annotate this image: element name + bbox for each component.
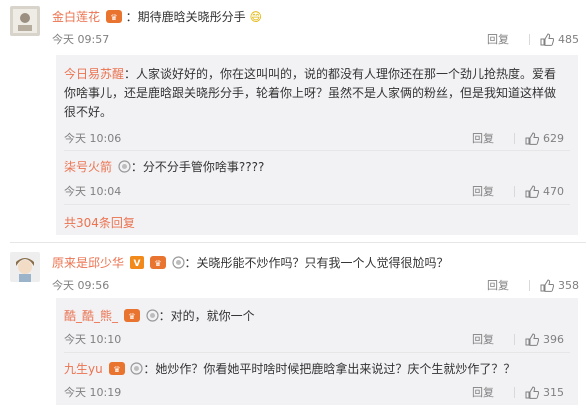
more-replies-link[interactable]: 共304条回复 <box>64 214 135 231</box>
reply-author[interactable]: 今日易苏醒 <box>64 67 124 81</box>
reply-actions: 回复 315 <box>472 384 564 400</box>
comment-line: 金白莲花 ♛ ：期待鹿晗关晓彤分手 😄 <box>52 8 262 26</box>
reply-actions: 回复 396 <box>472 331 564 347</box>
like-button[interactable]: 629 <box>525 132 564 145</box>
reply-actions: 回复 470 <box>472 183 564 199</box>
reply-button[interactable]: 回复 <box>472 384 514 400</box>
divider <box>529 279 530 291</box>
like-button[interactable]: 470 <box>525 185 564 198</box>
member-badge-icon: ♛ <box>108 362 125 378</box>
reply-line: 酷_酷_熊_ ♛ ：对的，就你一个 <box>64 307 255 325</box>
smile-emoji-icon: 😄 <box>249 10 263 24</box>
reply-author[interactable]: 酷_酷_熊_ <box>64 309 118 323</box>
reply-divider <box>64 352 570 353</box>
level-badge-icon <box>130 362 143 378</box>
reply-time: 今天 10:10 <box>64 333 122 346</box>
reply-text: 很不好。 <box>64 105 113 119</box>
avatar[interactable] <box>10 6 40 36</box>
like-count: 315 <box>543 385 564 399</box>
divider <box>529 33 530 45</box>
divider <box>514 132 515 144</box>
thumbs-up-icon <box>540 278 554 292</box>
member-badge-icon: ♛ <box>123 309 140 325</box>
reply-text: ：人家谈好好的，你在这叫叫的，说的都没有人理你还在那一个劲儿抢热度。爱看 <box>124 67 557 81</box>
reply-text: 你啥事儿，还是鹿晗跟关晓彤分手，轮着你上呀？虽然不是人家俩的粉丝，但是我知道这样… <box>64 86 557 100</box>
reply-button[interactable]: 回复 <box>472 331 514 347</box>
svg-text:♛: ♛ <box>128 312 135 321</box>
reply-divider <box>64 150 570 151</box>
comment-actions: 回复 358 <box>487 277 579 293</box>
reply-button[interactable]: 回复 <box>487 277 529 293</box>
reply-author[interactable]: 柒号火箭 <box>64 160 112 174</box>
comment-actions: 回复 485 <box>487 31 579 47</box>
member-badge-icon: ♛ <box>105 10 122 26</box>
thumbs-up-icon <box>525 184 539 198</box>
svg-text:♛: ♛ <box>154 259 161 268</box>
thumbs-up-icon <box>540 32 554 46</box>
reply-time: 今天 10:19 <box>64 386 122 399</box>
reply-line: 今日易苏醒：人家谈好好的，你在这叫叫的，说的都没有人理你还在那一个劲儿抢热度。爱… <box>64 65 556 82</box>
reply-button[interactable]: 回复 <box>472 130 514 146</box>
like-count: 396 <box>543 332 564 346</box>
comment-time: 今天 09:56 <box>52 279 110 292</box>
divider <box>514 333 515 345</box>
reply-time: 今天 10:04 <box>64 185 122 198</box>
reply-button[interactable]: 回复 <box>487 31 529 47</box>
reply-text: ：她炒作？你看她平时啥时候把鹿晗拿出来说过？庆个生就炒作了？？ <box>143 362 516 376</box>
comment-author[interactable]: 原来是邱少华 <box>52 256 124 270</box>
reply-divider <box>64 204 570 205</box>
comment-line: 原来是邱少华 V ♛ ：关晓彤能不炒作吗？只有我一个人觉得很尬吗？ <box>52 254 449 272</box>
level-badge-icon <box>146 309 159 325</box>
reply-line: 柒号火箭 ：分不分手管你啥事???? <box>64 158 264 176</box>
comment-divider <box>10 242 586 243</box>
divider <box>514 185 515 197</box>
like-button[interactable]: 315 <box>525 386 564 399</box>
verified-v-icon: V <box>129 256 144 272</box>
like-button[interactable]: 358 <box>540 279 579 292</box>
svg-text:♛: ♛ <box>113 365 120 374</box>
thumbs-up-icon <box>525 332 539 346</box>
reply-time: 今天 10:06 <box>64 132 122 145</box>
svg-text:V: V <box>133 259 140 269</box>
thumbs-up-icon <box>525 385 539 399</box>
like-count: 629 <box>543 131 564 145</box>
svg-text:♛: ♛ <box>110 13 117 22</box>
level-badge-icon <box>171 256 185 272</box>
comment-author[interactable]: 金白莲花 <box>52 10 100 24</box>
reply-actions: 回复 629 <box>472 130 564 146</box>
reply-button[interactable]: 回复 <box>472 183 514 199</box>
like-button[interactable]: 485 <box>540 33 579 46</box>
thumbs-up-icon <box>525 131 539 145</box>
member-badge-icon: ♛ <box>149 256 166 272</box>
comment-time: 今天 09:57 <box>52 33 110 46</box>
like-count: 358 <box>558 278 579 292</box>
like-count: 470 <box>543 184 564 198</box>
level-badge-icon <box>118 160 131 176</box>
avatar[interactable] <box>10 252 40 282</box>
comment-text: ：关晓彤能不炒作吗？只有我一个人觉得很尬吗？ <box>184 256 449 270</box>
comment-text: ：期待鹿晗关晓彤分手 <box>125 10 246 24</box>
reply-text: ：对的，就你一个 <box>158 309 255 323</box>
reply-author[interactable]: 九生yu <box>64 362 103 376</box>
like-button[interactable]: 396 <box>525 333 564 346</box>
reply-text: ：分不分手管你啥事???? <box>130 160 265 174</box>
reply-line: 九生yu ♛ ：她炒作？你看她平时啥时候把鹿晗拿出来说过？庆个生就炒作了？？ <box>64 360 515 378</box>
like-count: 485 <box>558 32 579 46</box>
divider <box>514 386 515 398</box>
